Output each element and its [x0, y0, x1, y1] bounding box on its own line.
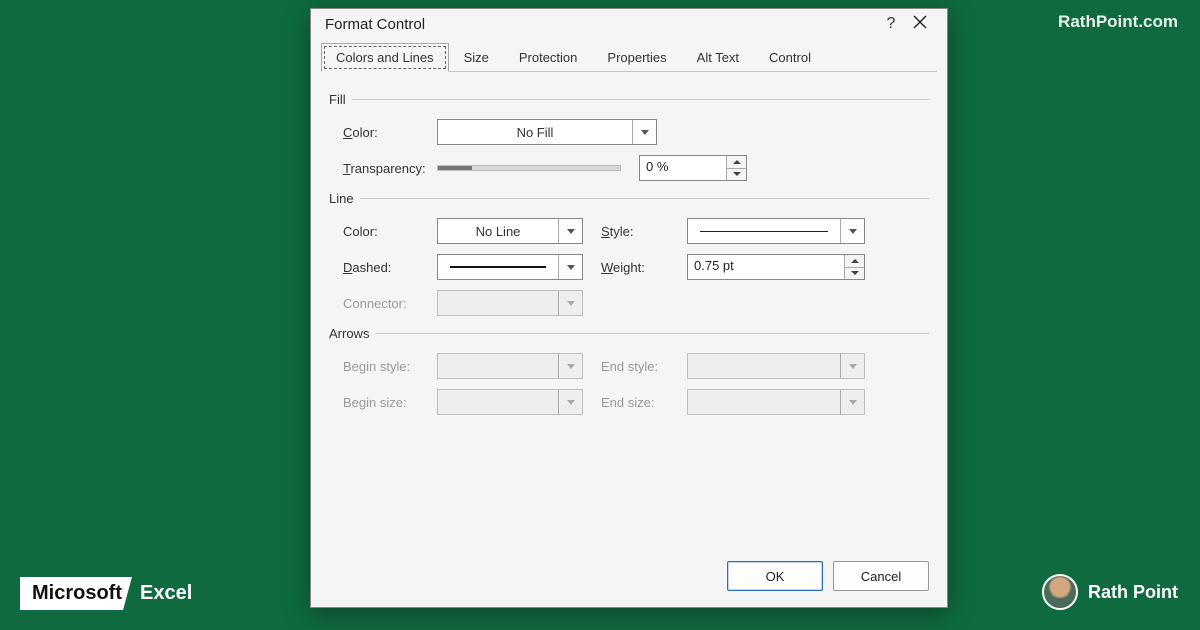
- tab-strip: Colors and Lines Size Protection Propert…: [311, 43, 947, 72]
- help-button[interactable]: ?: [877, 15, 905, 33]
- weight-spinner[interactable]: 0.75 pt: [687, 254, 865, 280]
- begin-style-label: Begin style:: [329, 359, 437, 374]
- dialog-body: Fill Color: No Fill Transparency: 0 % Li…: [311, 72, 947, 549]
- tab-control[interactable]: Control: [754, 43, 826, 72]
- dashed-preview: [450, 266, 546, 268]
- line-color-combo[interactable]: No Line: [437, 218, 583, 244]
- line-style-combo[interactable]: [687, 218, 865, 244]
- end-size-label: End size:: [601, 395, 687, 410]
- tab-alt-text[interactable]: Alt Text: [682, 43, 754, 72]
- weight-down-button[interactable]: [845, 268, 864, 280]
- title-bar: Format Control ?: [311, 9, 947, 43]
- begin-style-combo: [437, 353, 583, 379]
- line-style-label: Style:: [601, 224, 687, 239]
- fill-color-value: No Fill: [438, 125, 632, 140]
- chevron-down-icon: [567, 265, 575, 270]
- connector-dropdown-button: [558, 291, 582, 315]
- end-size-combo: [687, 389, 865, 415]
- dialog-title: Format Control: [325, 16, 877, 33]
- transparency-label: Transparency:: [329, 161, 437, 176]
- author-block: Rath Point: [1042, 574, 1178, 610]
- dashed-combo[interactable]: [437, 254, 583, 280]
- product-badge: Microsoft Excel: [20, 577, 192, 610]
- line-color-dropdown-button[interactable]: [558, 219, 582, 243]
- dialog-footer: OK Cancel: [311, 549, 947, 607]
- end-size-dropdown-button: [840, 390, 864, 414]
- transparency-value[interactable]: 0 %: [640, 156, 726, 180]
- triangle-up-icon: [733, 160, 741, 164]
- chevron-down-icon: [567, 400, 575, 405]
- close-icon: [913, 15, 927, 29]
- tab-colors-and-lines[interactable]: Colors and Lines: [321, 43, 449, 72]
- cancel-button[interactable]: Cancel: [833, 561, 929, 591]
- tab-protection[interactable]: Protection: [504, 43, 593, 72]
- section-arrows: Arrows: [329, 326, 929, 341]
- triangle-up-icon: [851, 259, 859, 263]
- dashed-dropdown-button[interactable]: [558, 255, 582, 279]
- chevron-down-icon: [641, 130, 649, 135]
- end-style-label: End style:: [601, 359, 687, 374]
- excel-label: Excel: [140, 582, 192, 605]
- triangle-down-icon: [851, 271, 859, 275]
- section-line-label: Line: [329, 191, 354, 206]
- begin-size-label: Begin size:: [329, 395, 437, 410]
- section-line: Line: [329, 191, 929, 206]
- avatar: [1042, 574, 1078, 610]
- chevron-down-icon: [849, 364, 857, 369]
- end-style-dropdown-button: [840, 354, 864, 378]
- begin-size-dropdown-button: [558, 390, 582, 414]
- transparency-down-button[interactable]: [727, 169, 746, 181]
- section-fill-label: Fill: [329, 92, 346, 107]
- fill-color-label: Color:: [329, 125, 437, 140]
- end-style-combo: [687, 353, 865, 379]
- fill-color-dropdown-button[interactable]: [632, 120, 656, 144]
- connector-label: Connector:: [329, 296, 437, 311]
- weight-value[interactable]: 0.75 pt: [688, 255, 844, 279]
- weight-label: Weight:: [601, 260, 687, 275]
- author-name: Rath Point: [1088, 582, 1178, 603]
- chevron-down-icon: [567, 229, 575, 234]
- begin-style-dropdown-button: [558, 354, 582, 378]
- ok-button[interactable]: OK: [727, 561, 823, 591]
- transparency-slider[interactable]: [437, 165, 621, 171]
- section-fill: Fill: [329, 92, 929, 107]
- section-arrows-label: Arrows: [329, 326, 369, 341]
- line-color-label: Color:: [329, 224, 437, 239]
- close-button[interactable]: [905, 15, 935, 33]
- connector-combo: [437, 290, 583, 316]
- triangle-down-icon: [733, 172, 741, 176]
- format-control-dialog: Format Control ? Colors and Lines Size P…: [310, 8, 948, 608]
- chevron-down-icon: [567, 301, 575, 306]
- weight-up-button[interactable]: [845, 255, 864, 268]
- tab-size[interactable]: Size: [449, 43, 504, 72]
- line-color-value: No Line: [438, 224, 558, 239]
- chevron-down-icon: [567, 364, 575, 369]
- transparency-spinner[interactable]: 0 %: [639, 155, 747, 181]
- line-style-preview: [700, 231, 828, 232]
- chevron-down-icon: [849, 400, 857, 405]
- line-style-dropdown-button[interactable]: [840, 219, 864, 243]
- tab-properties[interactable]: Properties: [592, 43, 681, 72]
- dashed-label: Dashed:: [329, 260, 437, 275]
- microsoft-label: Microsoft: [20, 577, 132, 610]
- fill-color-combo[interactable]: No Fill: [437, 119, 657, 145]
- chevron-down-icon: [849, 229, 857, 234]
- begin-size-combo: [437, 389, 583, 415]
- site-url: RathPoint.com: [1058, 12, 1178, 32]
- transparency-up-button[interactable]: [727, 156, 746, 169]
